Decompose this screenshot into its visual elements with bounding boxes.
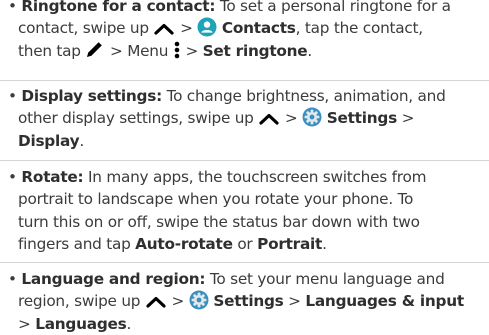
- separator: >: [284, 109, 298, 128]
- item-text: portrait to landscape when you rotate yo…: [18, 190, 414, 209]
- display-label: Display: [18, 131, 80, 150]
- separator: >: [18, 314, 31, 333]
- separator: >: [401, 109, 415, 128]
- bullet: •: [8, 270, 17, 288]
- list-item: • Language and region: To set your menu …: [0, 262, 489, 333]
- contacts-label: Contacts: [221, 19, 296, 38]
- separator: >: [180, 19, 193, 38]
- menu-label: Menu: [127, 41, 169, 60]
- list-item: • Ringtone for a contact: To set a perso…: [0, 0, 489, 80]
- swipe-up-icon: [259, 114, 279, 125]
- item-text: contact, swipe up: [18, 19, 149, 38]
- item-title: Display settings:: [21, 87, 162, 105]
- edit-pencil-icon: [87, 41, 103, 57]
- item-text: other display settings, swipe up: [18, 109, 254, 128]
- settings-label: Settings: [213, 292, 284, 311]
- item-text: To change brightness, animation, and: [166, 87, 446, 105]
- settings-label: Settings: [326, 109, 397, 128]
- item-text: fingers and tap: [18, 235, 131, 254]
- item-text: then tap: [18, 41, 81, 60]
- separator: >: [288, 292, 301, 311]
- item-title: Language and region:: [21, 270, 206, 288]
- menu-dots-icon: [174, 41, 180, 59]
- set-ringtone-label: Set ringtone: [202, 41, 308, 60]
- portrait-label: Portrait: [257, 235, 323, 254]
- list-item: • Rotate: In many apps, the touchscreen …: [0, 160, 489, 262]
- document-page: • Ringtone for a contact: To set a perso…: [0, 0, 489, 333]
- auto-rotate-label: Auto-rotate: [135, 235, 233, 254]
- item-text: turn this on or off, swipe the status ba…: [18, 212, 420, 231]
- item-title: Rotate:: [21, 168, 84, 186]
- separator: >: [185, 41, 199, 60]
- contacts-icon: [197, 17, 217, 37]
- item-text: To set a personal ringtone for a: [219, 0, 451, 15]
- item-text: or: [237, 235, 253, 254]
- swipe-up-icon: [146, 297, 166, 308]
- item-text: , tap the contact,: [295, 19, 424, 38]
- swipe-up-icon: [154, 24, 175, 35]
- item-text: In many apps, the touchscreen switches f…: [88, 168, 427, 186]
- item-title: Ringtone for a contact:: [21, 0, 216, 15]
- item-text: region, swipe up: [18, 292, 141, 311]
- languages-label: Languages: [35, 314, 127, 333]
- languages-input-label: Languages & input: [305, 292, 464, 311]
- item-text: To set your menu language and: [209, 270, 445, 288]
- bullet: •: [8, 0, 17, 15]
- separator: >: [110, 41, 123, 60]
- settings-icon: [189, 290, 209, 310]
- settings-icon: [302, 107, 322, 127]
- bullet: •: [8, 87, 17, 105]
- separator: >: [171, 292, 185, 311]
- list-item: • Display settings: To change brightness…: [0, 80, 489, 160]
- bullet: •: [8, 168, 17, 186]
